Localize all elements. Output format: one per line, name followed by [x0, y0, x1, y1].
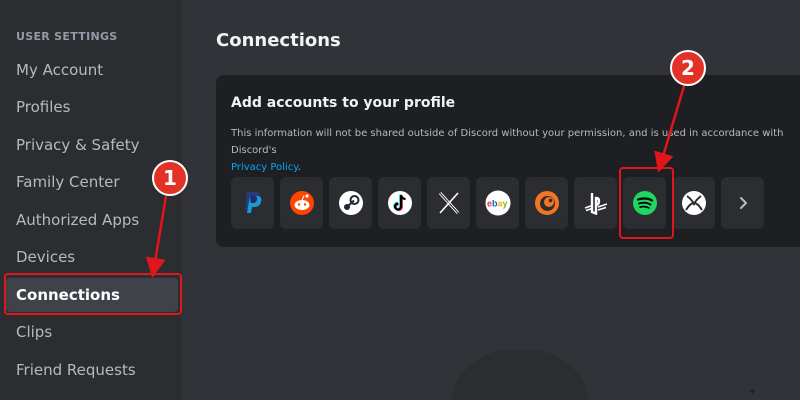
- connect-x-button[interactable]: [427, 177, 470, 229]
- step-2-badge: 2: [670, 50, 706, 86]
- sidebar-item-friend-requests[interactable]: Friend Requests: [6, 353, 178, 387]
- decorative-illustration: [450, 350, 590, 400]
- sidebar-header: USER SETTINGS: [16, 30, 118, 43]
- connections-highlight-box: [4, 273, 182, 315]
- tiktok-icon: [387, 191, 412, 215]
- sidebar-item-profiles[interactable]: Profiles: [6, 90, 178, 124]
- connect-xbox-button[interactable]: [672, 177, 715, 229]
- paypal-icon: [244, 192, 261, 213]
- x-icon: [438, 191, 459, 215]
- spotify-highlight-box: [619, 167, 674, 239]
- xbox-icon: [681, 191, 706, 215]
- card-description: This information will not be shared outs…: [231, 125, 800, 176]
- card-title: Add accounts to your profile: [231, 95, 456, 111]
- connect-tiktok-button[interactable]: [378, 177, 421, 229]
- card-description-suffix: .: [297, 162, 301, 173]
- connect-crunchyroll-button[interactable]: [525, 177, 568, 229]
- connect-paypal-button[interactable]: [231, 177, 274, 229]
- connect-ebay-button[interactable]: ebay: [476, 177, 519, 229]
- settings-sidebar: USER SETTINGS My Account Profiles Privac…: [0, 0, 182, 400]
- step-1-badge: 1: [152, 160, 188, 196]
- more-services-button[interactable]: [721, 177, 764, 229]
- page-title: Connections: [216, 30, 341, 51]
- connections-page: Connections Add accounts to your profile…: [182, 0, 800, 400]
- playstation-icon: [584, 193, 607, 215]
- connect-playstation-button[interactable]: [574, 177, 617, 229]
- sidebar-item-my-account[interactable]: My Account: [6, 53, 178, 87]
- add-accounts-card: Add accounts to your profile This inform…: [216, 75, 800, 247]
- sparkle-icon: ✦: [748, 387, 757, 398]
- reddit-icon: [289, 191, 314, 215]
- connect-reddit-button[interactable]: [280, 177, 323, 229]
- privacy-policy-link[interactable]: Privacy Policy: [231, 162, 298, 173]
- svg-text:ebay: ebay: [487, 199, 508, 209]
- chevron-right-icon: [739, 197, 747, 209]
- sidebar-item-devices[interactable]: Devices: [6, 240, 178, 274]
- sidebar-item-clips[interactable]: Clips: [6, 315, 178, 349]
- card-description-text: This information will not be shared outs…: [231, 128, 784, 156]
- sidebar-item-authorized-apps[interactable]: Authorized Apps: [6, 203, 178, 237]
- steam-icon: [338, 191, 363, 215]
- connect-steam-button[interactable]: [329, 177, 372, 229]
- sidebar-item-privacy-safety[interactable]: Privacy & Safety: [6, 128, 178, 162]
- crunchyroll-icon: [534, 191, 559, 215]
- ebay-icon: ebay: [485, 190, 510, 216]
